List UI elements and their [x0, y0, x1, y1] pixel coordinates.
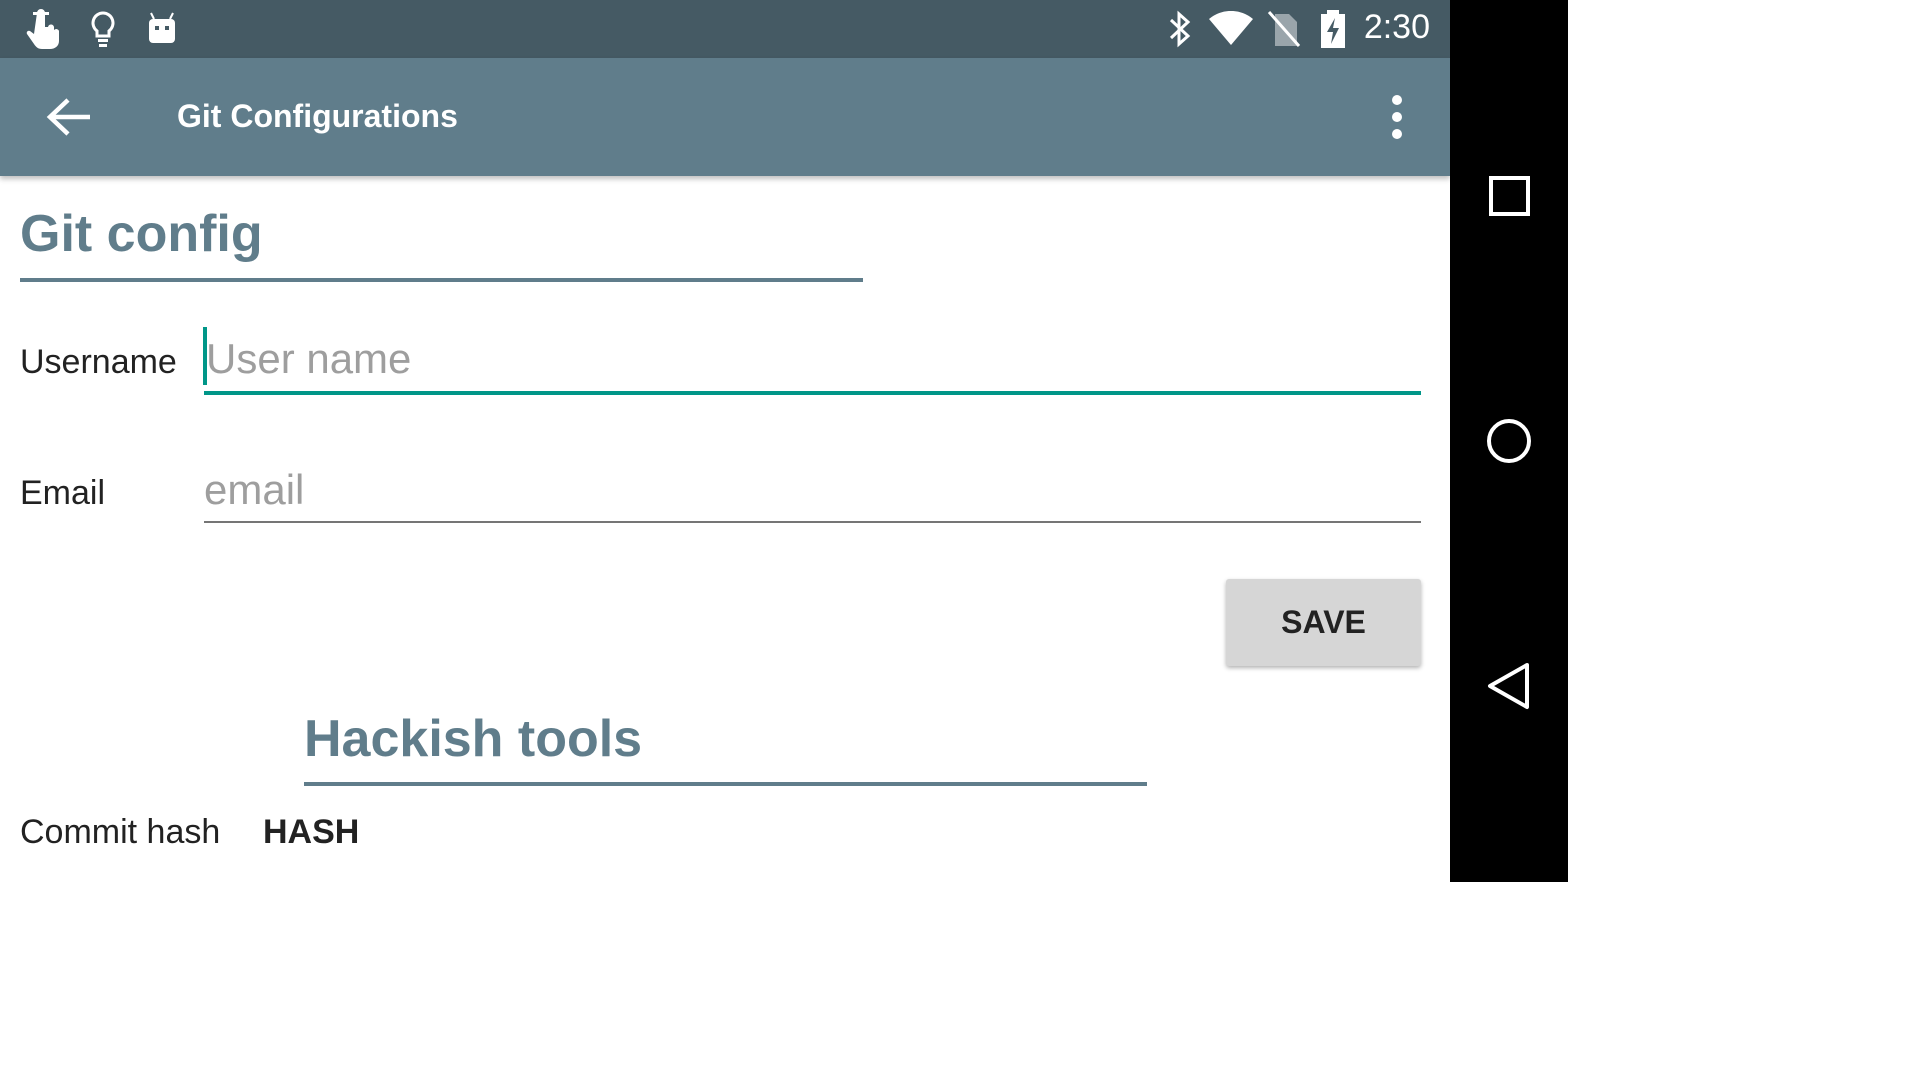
- email-input[interactable]: [204, 463, 1420, 517]
- no-sim-icon: [1267, 0, 1301, 58]
- touch-hand-icon: [24, 0, 62, 58]
- back-triangle-icon[interactable]: [1480, 656, 1540, 716]
- email-underline: [204, 521, 1421, 523]
- bluetooth-icon: [1166, 0, 1194, 58]
- commit-hash-label: Commit hash: [20, 813, 221, 851]
- more-vert-icon[interactable]: [1378, 94, 1416, 140]
- toolbar-title: Git Configurations: [177, 98, 458, 134]
- system-nav-bar: [1450, 0, 1568, 882]
- email-label: Email: [20, 474, 106, 512]
- git-config-divider: [20, 278, 863, 282]
- recents-square-icon[interactable]: [1480, 166, 1540, 226]
- status-bar: 2:30: [0, 0, 1450, 58]
- battery-charging-icon: [1318, 0, 1348, 58]
- commit-hash-value: HASH: [263, 813, 360, 851]
- home-circle-icon[interactable]: [1480, 411, 1540, 471]
- username-underline: [204, 391, 1421, 395]
- status-time: 2:30: [1363, 8, 1430, 46]
- username-input[interactable]: [206, 332, 1420, 386]
- arrow-back-icon[interactable]: [44, 94, 94, 140]
- wifi-icon: [1208, 0, 1254, 58]
- app-toolbar: Git Configurations: [0, 58, 1450, 176]
- hackish-tools-title: Hackish tools: [304, 710, 643, 768]
- hackish-tools-divider: [304, 782, 1147, 786]
- username-label: Username: [20, 343, 177, 381]
- save-button[interactable]: SAVE: [1226, 579, 1421, 666]
- lightbulb-icon: [90, 0, 116, 58]
- git-config-title: Git config: [20, 205, 263, 263]
- android-robot-icon: [146, 0, 178, 58]
